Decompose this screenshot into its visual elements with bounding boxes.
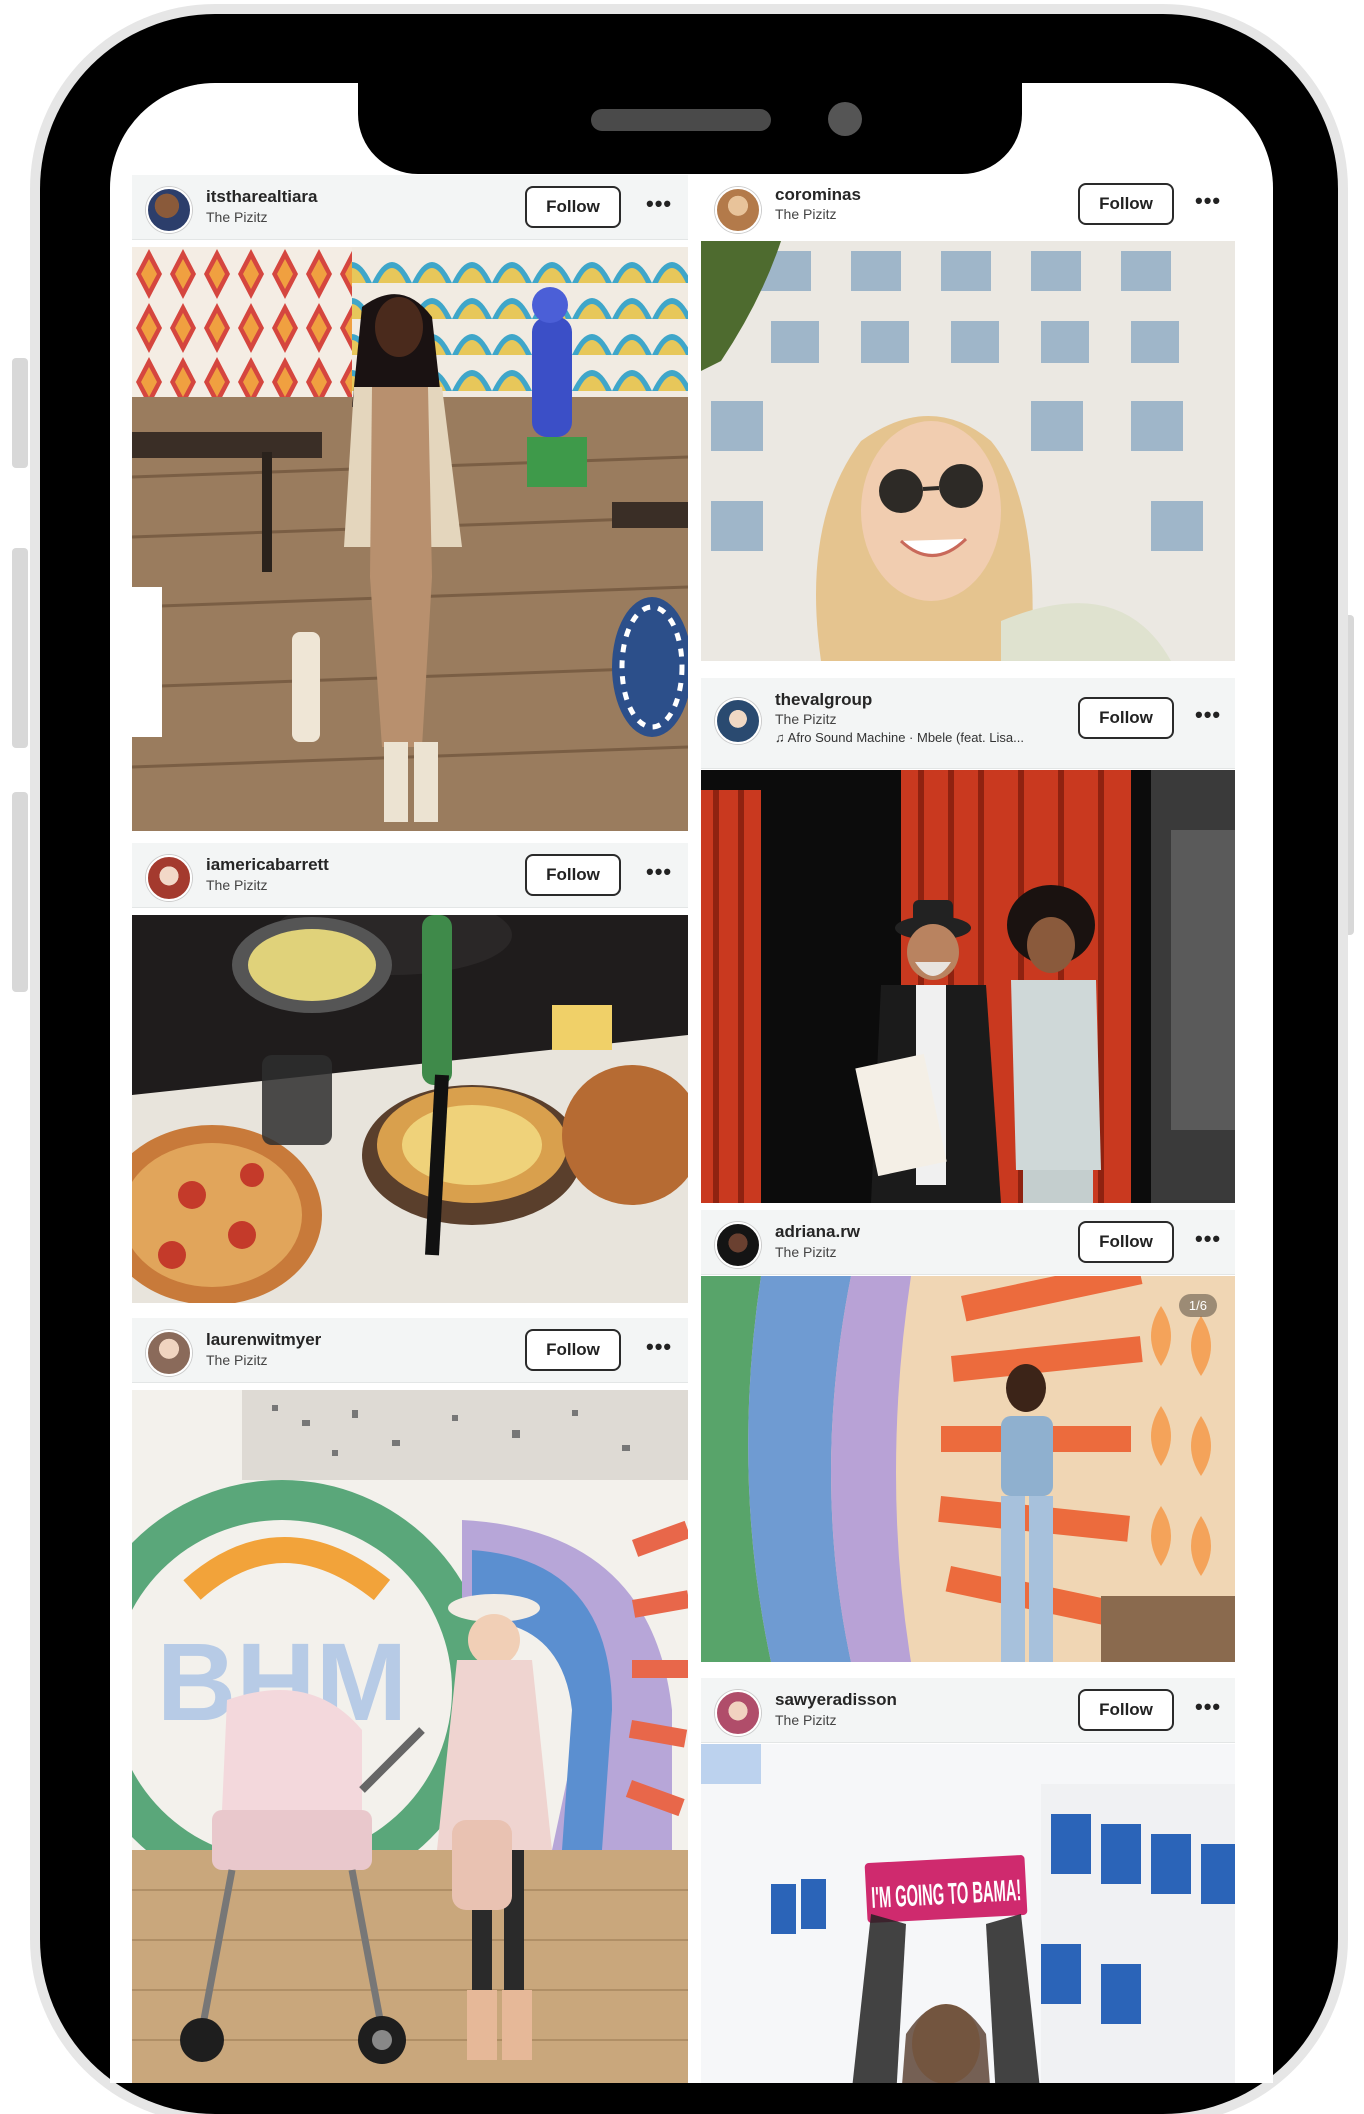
post-header: sawyeradisson The Pizitz Follow ••• xyxy=(701,1678,1235,1743)
avatar[interactable] xyxy=(146,855,192,901)
post-card-corominas: corominas The Pizitz Follow ••• xyxy=(701,175,1235,747)
more-options-icon[interactable]: ••• xyxy=(646,1334,672,1360)
post-photo[interactable]: BHM xyxy=(132,1390,688,2083)
post-photo[interactable] xyxy=(132,915,688,1303)
photo-woman-colorful-mural xyxy=(701,1276,1235,1662)
post-photo[interactable] xyxy=(132,247,688,831)
audio-track[interactable]: ♫ Afro Sound Machine · Mbele (feat. Lisa… xyxy=(775,730,1024,745)
photo-woman-mural-patio xyxy=(132,247,688,831)
more-options-icon[interactable]: ••• xyxy=(1195,1694,1221,1720)
username[interactable]: thevalgroup xyxy=(775,690,872,710)
location[interactable]: The Pizitz xyxy=(775,1712,836,1728)
follow-button[interactable]: Follow xyxy=(1078,1221,1174,1263)
location[interactable]: The Pizitz xyxy=(775,711,836,727)
post-header: thevalgroup The Pizitz ♫ Afro Sound Mach… xyxy=(701,678,1235,769)
phone-notch xyxy=(358,82,1022,174)
more-options-icon[interactable]: ••• xyxy=(1195,188,1221,214)
post-photo[interactable] xyxy=(701,770,1235,1203)
audio-track-label: Afro Sound Machine · Mbele (feat. Lisa..… xyxy=(787,730,1024,745)
volume-down-button xyxy=(12,792,28,992)
avatar[interactable] xyxy=(715,698,761,744)
avatar[interactable] xyxy=(146,1330,192,1376)
music-note-icon: ♫ xyxy=(775,730,785,745)
photo-pizza-table xyxy=(132,915,688,1303)
power-button xyxy=(1338,615,1354,935)
post-card-sawyeradisson: sawyeradisson The Pizitz Follow ••• I'M … xyxy=(701,1678,1235,2083)
photo-woman-bama-sign: I'M GOING TO BAMA! xyxy=(701,1744,1235,2083)
post-card-thevalgroup: thevalgroup The Pizitz ♫ Afro Sound Mach… xyxy=(701,678,1235,1203)
username[interactable]: iamericabarrett xyxy=(206,855,329,875)
front-camera xyxy=(828,102,862,136)
post-photo[interactable] xyxy=(701,241,1235,661)
follow-button[interactable]: Follow xyxy=(1078,697,1174,739)
avatar[interactable] xyxy=(715,1222,761,1268)
avatar[interactable] xyxy=(715,187,761,233)
follow-button[interactable]: Follow xyxy=(525,1329,621,1371)
more-options-icon[interactable]: ••• xyxy=(646,859,672,885)
post-card-laurenwitmyer: laurenwitmyer The Pizitz Follow ••• BHM xyxy=(132,1318,688,2083)
post-header: laurenwitmyer The Pizitz Follow ••• xyxy=(132,1318,688,1383)
post-header: itstharealtiara The Pizitz Follow ••• xyxy=(132,175,688,240)
volume-up-button xyxy=(12,548,28,748)
avatar[interactable] xyxy=(715,1690,761,1736)
photo-woman-sunglasses-building xyxy=(701,241,1235,661)
more-options-icon[interactable]: ••• xyxy=(646,191,672,217)
username[interactable]: adriana.rw xyxy=(775,1222,860,1242)
follow-button[interactable]: Follow xyxy=(525,186,621,228)
speaker-grille xyxy=(591,109,771,131)
location[interactable]: The Pizitz xyxy=(206,877,267,893)
username[interactable]: itstharealtiara xyxy=(206,187,318,207)
username[interactable]: corominas xyxy=(775,185,861,205)
post-card-adriana-rw: adriana.rw The Pizitz Follow ••• 1/6 xyxy=(701,1210,1235,1662)
more-options-icon[interactable]: ••• xyxy=(1195,702,1221,728)
post-photo[interactable]: I'M GOING TO BAMA! xyxy=(701,1744,1235,2083)
follow-button[interactable]: Follow xyxy=(1078,1689,1174,1731)
post-header: adriana.rw The Pizitz Follow ••• xyxy=(701,1210,1235,1275)
photo-couple-red-curtains xyxy=(701,770,1235,1203)
avatar[interactable] xyxy=(146,187,192,233)
silent-switch xyxy=(12,358,28,468)
follow-button[interactable]: Follow xyxy=(1078,183,1174,225)
follow-button[interactable]: Follow xyxy=(525,854,621,896)
location[interactable]: The Pizitz xyxy=(206,1352,267,1368)
photo-woman-stroller-bhm-mural: BHM xyxy=(132,1390,688,2083)
location[interactable]: The Pizitz xyxy=(775,1244,836,1260)
carousel-counter: 1/6 xyxy=(1178,1294,1217,1317)
username[interactable]: laurenwitmyer xyxy=(206,1330,321,1350)
location[interactable]: The Pizitz xyxy=(775,206,836,222)
post-card-itstharealtiara: itstharealtiara The Pizitz Follow ••• xyxy=(132,175,688,831)
post-header: corominas The Pizitz Follow ••• xyxy=(701,175,1235,239)
more-options-icon[interactable]: ••• xyxy=(1195,1226,1221,1252)
post-header: iamericabarrett The Pizitz Follow ••• xyxy=(132,843,688,908)
username[interactable]: sawyeradisson xyxy=(775,1690,897,1710)
location[interactable]: The Pizitz xyxy=(206,209,267,225)
post-card-iamericabarrett: iamericabarrett The Pizitz Follow ••• xyxy=(132,843,688,1303)
phone-screen: itstharealtiara The Pizitz Follow ••• ia… xyxy=(110,83,1273,2083)
post-photo[interactable]: 1/6 xyxy=(701,1276,1235,1662)
